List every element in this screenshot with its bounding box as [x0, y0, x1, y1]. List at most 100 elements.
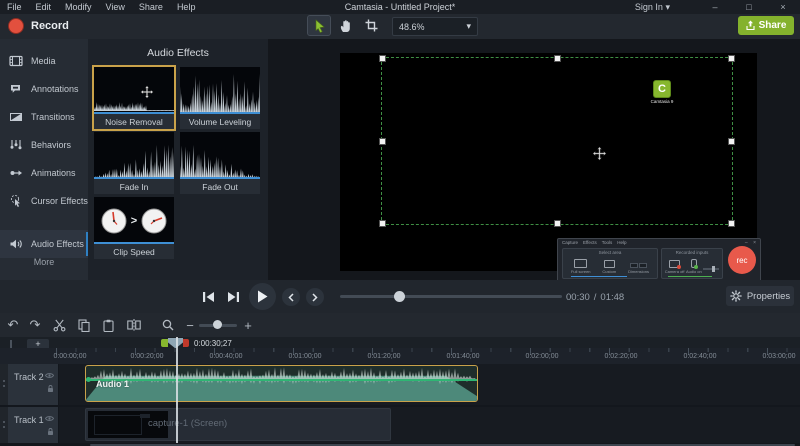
playhead-time-label: 0:00:30;27: [194, 339, 232, 348]
crop-tool-button[interactable]: [360, 16, 382, 35]
sidebar-item-animations[interactable]: Animations: [0, 159, 88, 187]
dimensions-fields: [630, 263, 647, 268]
export-icon: [746, 20, 755, 31]
zoom-in-button[interactable]: +: [238, 313, 258, 337]
sidebar-item-annotations[interactable]: Annotations: [0, 75, 88, 103]
screen-capture-clip[interactable]: capture-1 (Screen): [85, 408, 391, 441]
fade-out-thumbnail: [180, 132, 260, 179]
select-tool-button[interactable]: [308, 16, 330, 35]
custom-area-icon: [604, 260, 615, 268]
track-1-content[interactable]: capture-1 (Screen): [59, 407, 800, 443]
playback-scrubber[interactable]: [340, 295, 562, 298]
timeline-zoom-thumb[interactable]: [213, 320, 222, 329]
clock-separator: >: [131, 215, 137, 227]
ruler-label: 0:00:40;00: [209, 353, 242, 360]
track-1-header[interactable]: Track 1: [8, 407, 59, 443]
effect-volume-leveling[interactable]: Volume Leveling: [180, 67, 260, 129]
recorder-window-controls: – ×: [745, 240, 758, 246]
in-point-marker[interactable]: [161, 339, 168, 347]
sidebar-item-transitions[interactable]: Transitions: [0, 103, 88, 131]
resize-handle-bottom-center[interactable]: [554, 220, 561, 227]
minimize-button[interactable]: –: [698, 0, 732, 14]
menu-view[interactable]: View: [99, 0, 132, 14]
next-button[interactable]: [306, 288, 324, 306]
recorder-menu-tools: Tools: [602, 240, 613, 245]
copy-button[interactable]: [74, 313, 94, 337]
track-2-content[interactable]: Audio 1: [59, 364, 800, 405]
share-button[interactable]: Share: [738, 16, 794, 35]
out-point-marker[interactable]: [183, 339, 189, 347]
selection-region[interactable]: [381, 57, 733, 225]
menu-edit[interactable]: Edit: [29, 0, 59, 14]
lock-icon[interactable]: [47, 428, 54, 436]
sidebar-item-media[interactable]: Media: [0, 47, 88, 75]
resize-handle-bottom-right[interactable]: [728, 220, 735, 227]
step-back-icon: [202, 291, 215, 303]
menu-file[interactable]: File: [0, 0, 29, 14]
resize-handle-top-center[interactable]: [554, 55, 561, 62]
sign-in-button[interactable]: Sign In ▾: [635, 2, 670, 13]
volume-line[interactable]: [86, 379, 477, 381]
undo-button[interactable]: ↶: [3, 313, 23, 337]
pan-tool-button[interactable]: [334, 16, 356, 35]
step-back-button[interactable]: [198, 287, 218, 307]
transitions-icon: [9, 110, 23, 124]
close-button[interactable]: ×: [766, 0, 800, 14]
track-drag-handle[interactable]: [3, 421, 5, 423]
zoom-out-button[interactable]: −: [180, 313, 200, 337]
resize-handle-mid-left[interactable]: [379, 138, 386, 145]
canvas-zoom-dropdown[interactable]: 48.6% ▾: [392, 17, 478, 36]
audio-clip[interactable]: Audio 1: [85, 365, 478, 402]
sidebar-item-cursor-effects[interactable]: Cursor Effects: [0, 187, 88, 215]
split-button[interactable]: [124, 313, 144, 337]
sidebar-item-behaviors[interactable]: Behaviors: [0, 131, 88, 159]
menu-help[interactable]: Help: [170, 0, 203, 14]
step-forward-button[interactable]: [223, 287, 243, 307]
eye-icon[interactable]: [45, 372, 54, 379]
paste-button[interactable]: [98, 313, 118, 337]
cursor-arrow-icon: [313, 19, 326, 33]
sidebar-item-audio-effects[interactable]: Audio Effects: [0, 230, 88, 258]
menu-share[interactable]: Share: [132, 0, 170, 14]
annotations-icon: [9, 82, 23, 96]
eye-icon[interactable]: [45, 415, 54, 422]
sidebar-more-button[interactable]: More: [0, 257, 88, 267]
track-drag-handle[interactable]: [3, 380, 5, 382]
resize-handle-bottom-left[interactable]: [379, 220, 386, 227]
timeline: + 0:00:30;27 ∨ 0:00:00;00 0:00:20;00 0:0…: [0, 337, 800, 446]
playback-scrubber-thumb[interactable]: [394, 291, 405, 302]
timeline-zoom-button[interactable]: [158, 313, 178, 337]
previous-button[interactable]: [282, 288, 300, 306]
total-time: 01:48: [600, 292, 624, 303]
record-button[interactable]: Record: [8, 18, 69, 34]
fade-handle[interactable]: [86, 377, 91, 382]
scissors-icon: [53, 319, 66, 332]
effect-label: Fade In: [94, 179, 174, 194]
effect-clip-speed[interactable]: > Clip Speed: [94, 197, 174, 259]
cut-button[interactable]: [49, 313, 69, 337]
magnifier-icon: [162, 319, 174, 331]
resize-handle-mid-right[interactable]: [728, 138, 735, 145]
video-preview[interactable]: C Camtasia 9 Capture Effects Tools Help …: [340, 53, 757, 271]
redo-button[interactable]: ↷: [25, 313, 45, 337]
properties-button[interactable]: Properties: [726, 286, 794, 306]
time-separator: /: [594, 292, 597, 303]
lock-icon[interactable]: [47, 385, 54, 393]
clock-icon: [100, 207, 128, 235]
playhead-line[interactable]: [176, 337, 178, 443]
effect-fade-in[interactable]: Fade In: [94, 132, 174, 194]
effect-noise-removal[interactable]: Noise Removal: [94, 67, 174, 129]
play-button[interactable]: [249, 283, 276, 310]
ruler-label: 0:02:40;00: [683, 353, 716, 360]
resize-handle-top-left[interactable]: [379, 55, 386, 62]
effect-fade-out[interactable]: Fade Out: [180, 132, 260, 194]
clip-speed-thumbnail: >: [94, 197, 174, 244]
resize-handle-top-right[interactable]: [728, 55, 735, 62]
maximize-button[interactable]: □: [732, 0, 766, 14]
timeline-ruler[interactable]: 0:00:00;00 0:00:20;00 0:00:40;00 0:01:00…: [0, 348, 800, 365]
volume-mini-slider: [703, 268, 719, 270]
timeline-marker-row: + 0:00:30;27: [0, 337, 800, 348]
ruler-label: 0:03:00;00: [762, 353, 795, 360]
track-2-header[interactable]: Track 2: [8, 364, 59, 405]
menu-modify[interactable]: Modify: [58, 0, 99, 14]
